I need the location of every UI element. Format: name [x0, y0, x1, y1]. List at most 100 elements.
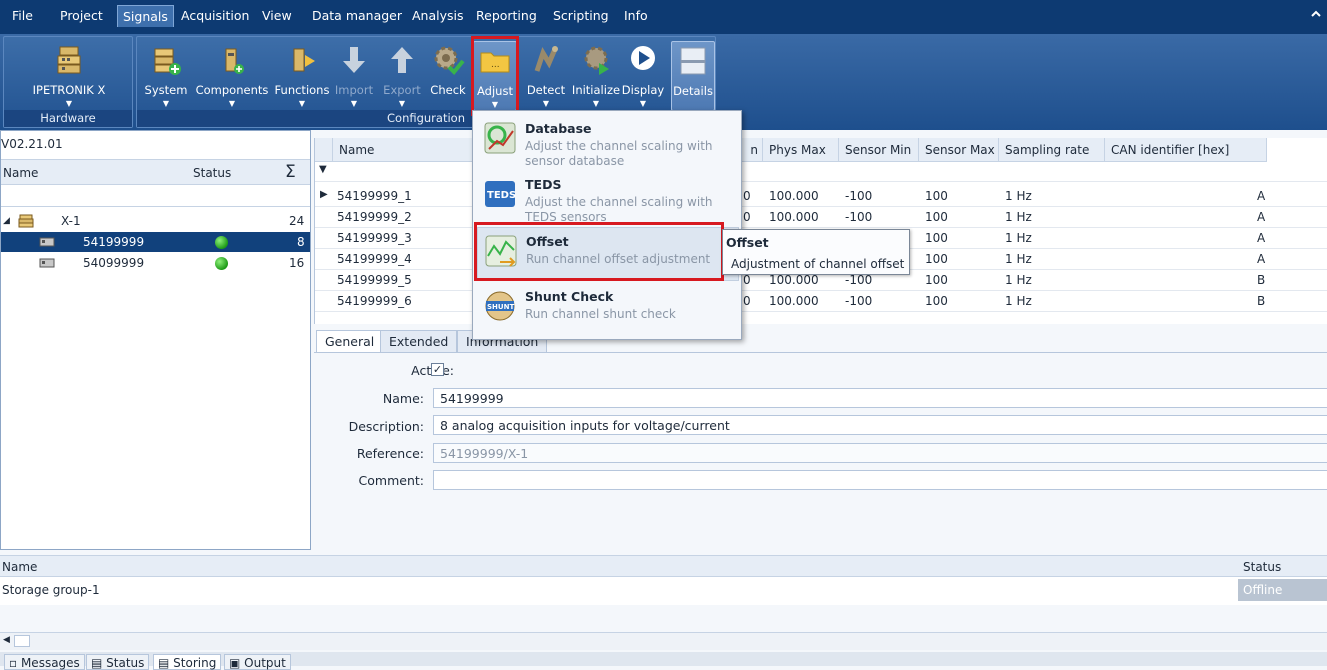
database-icon [484, 122, 516, 154]
menu-item-shunt-check[interactable]: SHUNT Shunt Check Run channel shunt chec… [477, 283, 739, 337]
offset-tooltip: Offset Adjustment of channel offset [722, 229, 910, 275]
menu-item-title: TEDS [525, 177, 562, 192]
storage-row-status: Offline [1238, 579, 1327, 601]
tree-header: Name Status Σ [1, 159, 310, 185]
status-ok-icon [215, 236, 228, 249]
tab-general[interactable]: General [316, 330, 384, 352]
expand-icon[interactable]: ◢ [3, 216, 10, 226]
tree-row-54099999[interactable]: 54099999 16 [1, 253, 310, 273]
functions-button[interactable]: Functions ▼ [273, 41, 331, 111]
cell-pmin: 0 [743, 210, 751, 224]
system-button[interactable]: System ▼ [141, 41, 191, 111]
filter-icon[interactable]: ▼ [319, 164, 327, 175]
menu-project[interactable]: Project [60, 8, 103, 23]
menu-item-teds[interactable]: TEDS TEDS Adjust the channel scaling wit… [477, 171, 739, 225]
table-row[interactable]: 54199999_2 0 100.000 -100 100 1 Hz A [315, 207, 1327, 228]
menu-bar: File Project Signals Acquisition View Da… [0, 0, 1327, 34]
scroll-thumb[interactable] [14, 635, 30, 647]
cell-smax: 100 [925, 294, 948, 308]
menu-file[interactable]: File [12, 8, 33, 23]
tab-status[interactable]: ▤ Status [86, 654, 150, 670]
dropdown-arrow-icon: ▼ [350, 99, 358, 108]
shunt-icon: SHUNT [485, 291, 515, 321]
description-field[interactable]: 8 analog acquisition inputs for voltage/… [433, 415, 1327, 435]
collapse-ribbon-icon[interactable] [1311, 9, 1321, 19]
functions-label: Functions [274, 83, 330, 97]
detail-tabs: General Extended Information [314, 330, 1327, 352]
tree-row-54199999[interactable]: 54199999 8 [1, 232, 310, 252]
cell-smax: 100 [925, 189, 948, 203]
play-circle-icon [631, 46, 655, 70]
storage-header-status[interactable]: Status [1243, 560, 1281, 574]
hardware-group-label: Hardware [4, 110, 132, 127]
export-button[interactable]: Export ▼ [379, 41, 425, 111]
menu-data-manager[interactable]: Data manager [312, 8, 402, 23]
active-checkbox[interactable]: ✓ [431, 363, 444, 376]
table-row[interactable]: ▶ 54199999_1 0 100.000 -100 100 1 Hz A [315, 186, 1327, 207]
tree-header-name[interactable]: Name [3, 166, 38, 180]
grid-header-can-identifier[interactable]: CAN identifier [hex] [1105, 138, 1267, 162]
menu-item-title: Shunt Check [525, 289, 614, 304]
comment-field[interactable] [433, 470, 1327, 490]
import-button[interactable]: Import ▼ [333, 41, 375, 111]
cell-smax: 100 [925, 210, 948, 224]
check-button[interactable]: Check [427, 41, 469, 111]
details-button[interactable]: Details [671, 41, 715, 111]
tab-messages[interactable]: ▫ Messages [4, 654, 85, 670]
cell-rate: 1 Hz [1005, 210, 1032, 224]
description-label: Description: [348, 419, 424, 434]
menu-item-desc: Run channel shunt check [525, 307, 676, 321]
menu-reporting[interactable]: Reporting [476, 8, 537, 23]
menu-info[interactable]: Info [624, 8, 648, 23]
menu-item-database[interactable]: Database Adjust the channel scaling with… [477, 115, 739, 169]
grid-header-sampling-rate[interactable]: Sampling rate [999, 138, 1105, 162]
initialize-label: Initialize [571, 83, 621, 97]
menu-signals[interactable]: Signals [117, 5, 174, 27]
tree-filter-row[interactable] [1, 185, 310, 207]
storage-row-name: Storage group-1 [2, 583, 100, 597]
reference-field: 54199999/X-1 [433, 443, 1327, 463]
ipetronik-x-label: IPETRONIK X [32, 83, 106, 97]
cell-can: A [1257, 189, 1266, 203]
dropdown-arrow-icon: ▼ [298, 99, 306, 108]
grid-header-sensor-min[interactable]: Sensor Min [839, 138, 919, 162]
components-button[interactable]: Components ▼ [193, 41, 271, 111]
tab-extended[interactable]: Extended [380, 330, 458, 352]
tree-row-x1[interactable]: ◢ X-1 24 [1, 211, 310, 231]
table-row[interactable]: 54199999_6 0 100.000 -100 100 1 Hz B [315, 291, 1327, 312]
cell-rate: 1 Hz [1005, 273, 1032, 287]
tab-messages-label: Messages [20, 656, 80, 670]
menu-scripting[interactable]: Scripting [553, 8, 609, 23]
detect-icon [534, 46, 558, 72]
display-button[interactable]: Display ▼ [621, 41, 665, 111]
module-stack-icon [57, 46, 81, 74]
menu-acquisition[interactable]: Acquisition [181, 8, 249, 23]
ipetronik-x-button[interactable]: IPETRONIK X ▼ [14, 41, 124, 111]
check-label: Check [430, 83, 466, 97]
detect-button[interactable]: Detect ▼ [523, 41, 569, 111]
grid-filter-row[interactable]: ▼ [315, 162, 1327, 182]
grid-header-sensor-max[interactable]: Sensor Max [919, 138, 999, 162]
initialize-button[interactable]: Initialize ▼ [571, 41, 621, 111]
tree-header-sum[interactable]: Σ [285, 162, 296, 182]
scroll-left-icon[interactable]: ◀ [3, 635, 10, 645]
tree-header-status[interactable]: Status [193, 166, 231, 180]
storage-row[interactable]: Storage group-1 Offline [0, 579, 1327, 601]
storage-header-name[interactable]: Name [2, 560, 37, 574]
dropdown-arrow-icon: ▼ [542, 99, 550, 108]
cell-name: 54199999_4 [337, 252, 412, 266]
tab-output[interactable]: ▣ Output [224, 654, 291, 670]
grid-header-phys-max[interactable]: Phys Max [763, 138, 839, 162]
menu-view[interactable]: View [262, 8, 292, 23]
tree-row-name: 54199999 [83, 235, 145, 249]
detect-label: Detect [526, 83, 566, 97]
reference-label: Reference: [356, 446, 424, 461]
dropdown-arrow-icon: ▼ [639, 99, 647, 108]
name-field[interactable]: 54199999 [433, 388, 1327, 408]
menu-analysis[interactable]: Analysis [412, 8, 464, 23]
horizontal-scrollbar[interactable]: ◀ [0, 632, 1327, 650]
tree-row-count: 8 [297, 235, 305, 249]
tab-storing[interactable]: ▤ Storing [153, 654, 222, 670]
svg-text:SHUNT: SHUNT [487, 303, 514, 311]
cell-can: A [1257, 252, 1266, 266]
